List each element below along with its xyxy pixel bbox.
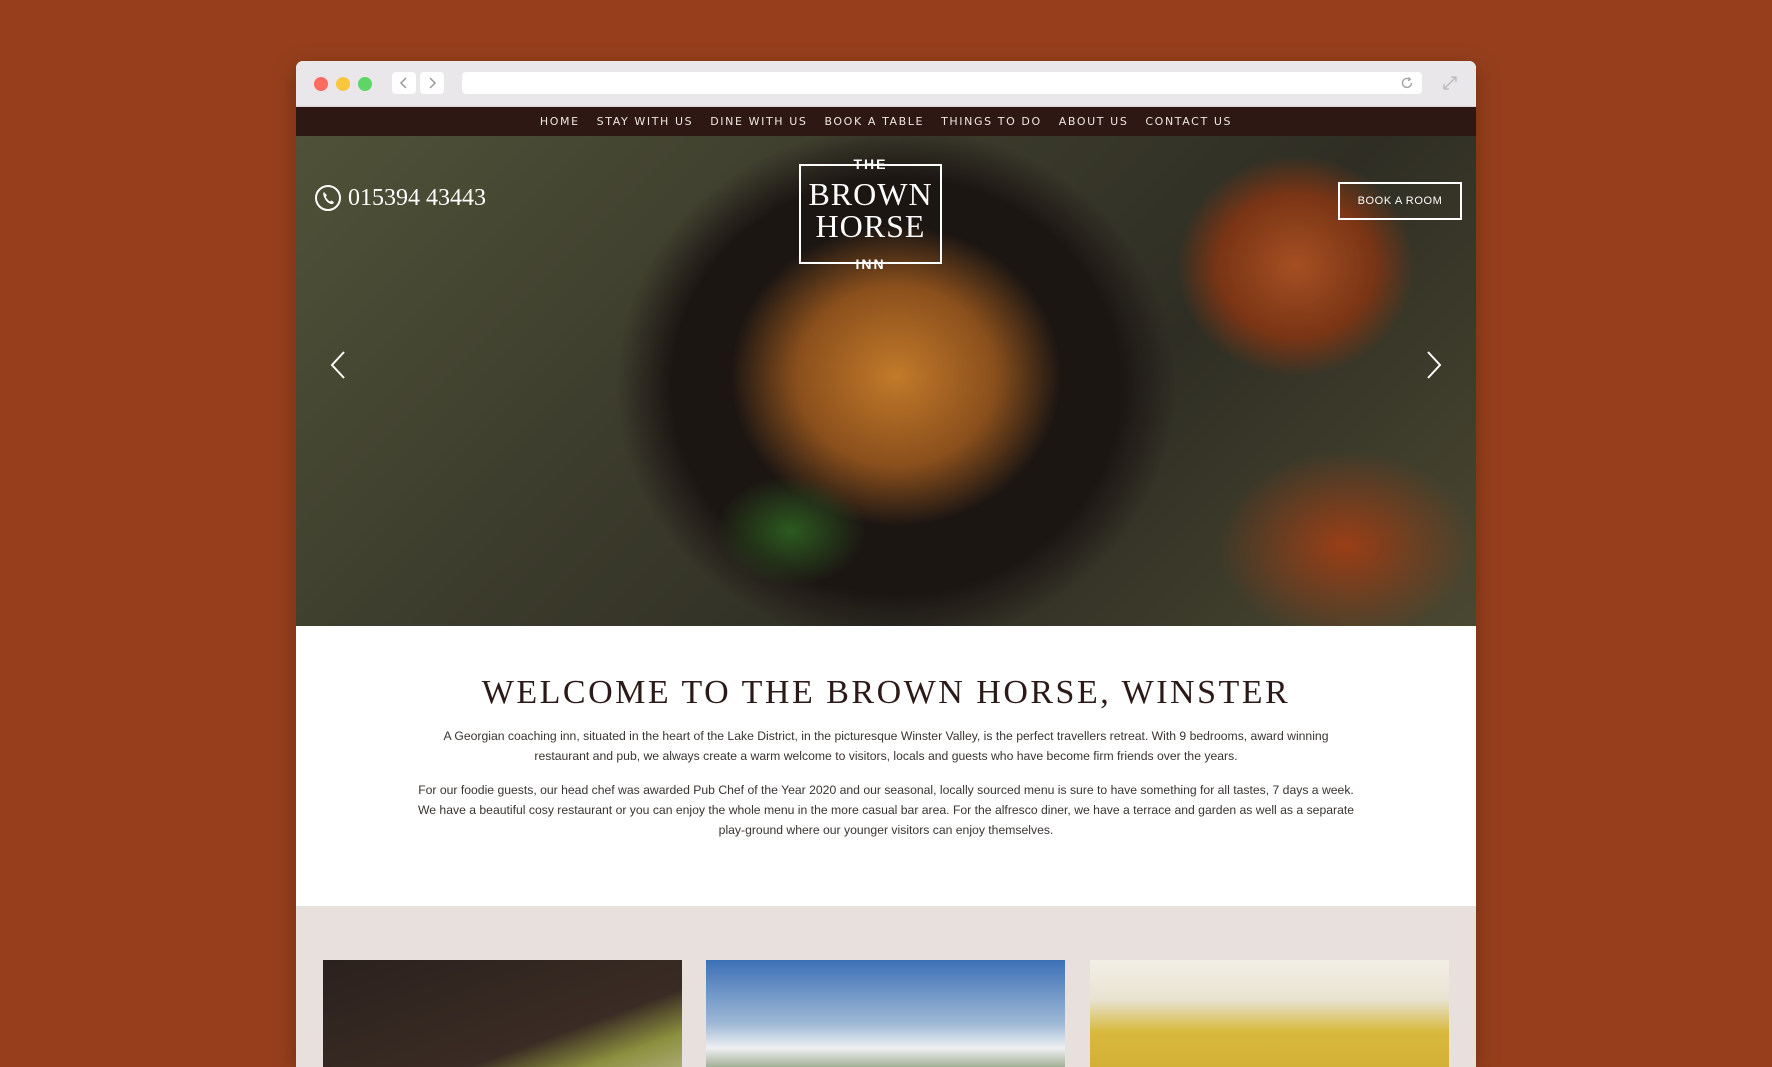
welcome-paragraph-1: A Georgian coaching inn, situated in the…: [443, 729, 1329, 763]
minimize-window-button[interactable]: [336, 77, 350, 91]
logo-inn: INN: [855, 256, 886, 272]
hero-slider: 015394 43443 THE BROWN HORSE INN BOOK A …: [296, 136, 1476, 626]
chevron-left-icon: [330, 351, 345, 379]
phone-link[interactable]: 015394 43443: [314, 184, 486, 212]
back-button[interactable]: [392, 72, 416, 94]
nav-stay-with-us[interactable]: STAY WITH US: [597, 115, 694, 128]
back-icon: [399, 77, 407, 89]
nav-about-us[interactable]: ABOUT US: [1059, 115, 1129, 128]
fullscreen-button[interactable]: [1442, 75, 1458, 96]
maximize-window-button[interactable]: [358, 77, 372, 91]
card-image-food[interactable]: [323, 960, 682, 1067]
card-image-bedroom[interactable]: [1090, 960, 1449, 1067]
welcome-section: WELCOME TO THE BROWN HORSE, WINSTER A Ge…: [296, 626, 1476, 906]
logo-the: THE: [853, 156, 888, 172]
welcome-paragraph-2: For our foodie guests, our head chef was…: [417, 783, 1355, 837]
site-logo[interactable]: THE BROWN HORSE INN: [799, 156, 942, 272]
nav-dine-with-us[interactable]: DINE WITH US: [710, 115, 807, 128]
browser-window: HOME STAY WITH US DINE WITH US BOOK A TA…: [296, 61, 1476, 1067]
card-image-landscape[interactable]: [706, 960, 1065, 1067]
address-bar[interactable]: [462, 72, 1422, 94]
reload-icon: [1401, 77, 1413, 89]
phone-number: 015394 43443: [348, 184, 486, 211]
book-a-room-button[interactable]: BOOK A ROOM: [1338, 182, 1462, 220]
browser-chrome: [296, 61, 1476, 107]
slider-prev-button[interactable]: [330, 350, 346, 385]
feature-cards: [296, 906, 1476, 1067]
main-navigation: HOME STAY WITH US DINE WITH US BOOK A TA…: [296, 107, 1476, 136]
forward-button[interactable]: [420, 72, 444, 94]
nav-things-to-do[interactable]: THINGS TO DO: [941, 115, 1042, 128]
reload-button[interactable]: [1400, 76, 1414, 95]
welcome-title: WELCOME TO THE BROWN HORSE, WINSTER: [481, 674, 1291, 711]
nav-contact-us[interactable]: CONTACT US: [1145, 115, 1232, 128]
nav-home[interactable]: HOME: [540, 115, 580, 128]
slider-next-button[interactable]: [1426, 350, 1442, 385]
chevron-right-icon: [1427, 351, 1442, 379]
hero-image-detail: [716, 476, 866, 586]
phone-icon: [315, 185, 341, 211]
forward-icon: [429, 77, 437, 89]
close-window-button[interactable]: [314, 77, 328, 91]
expand-icon: [1443, 76, 1457, 90]
logo-horse: HORSE: [815, 208, 926, 244]
nav-book-a-table[interactable]: BOOK A TABLE: [824, 115, 924, 128]
